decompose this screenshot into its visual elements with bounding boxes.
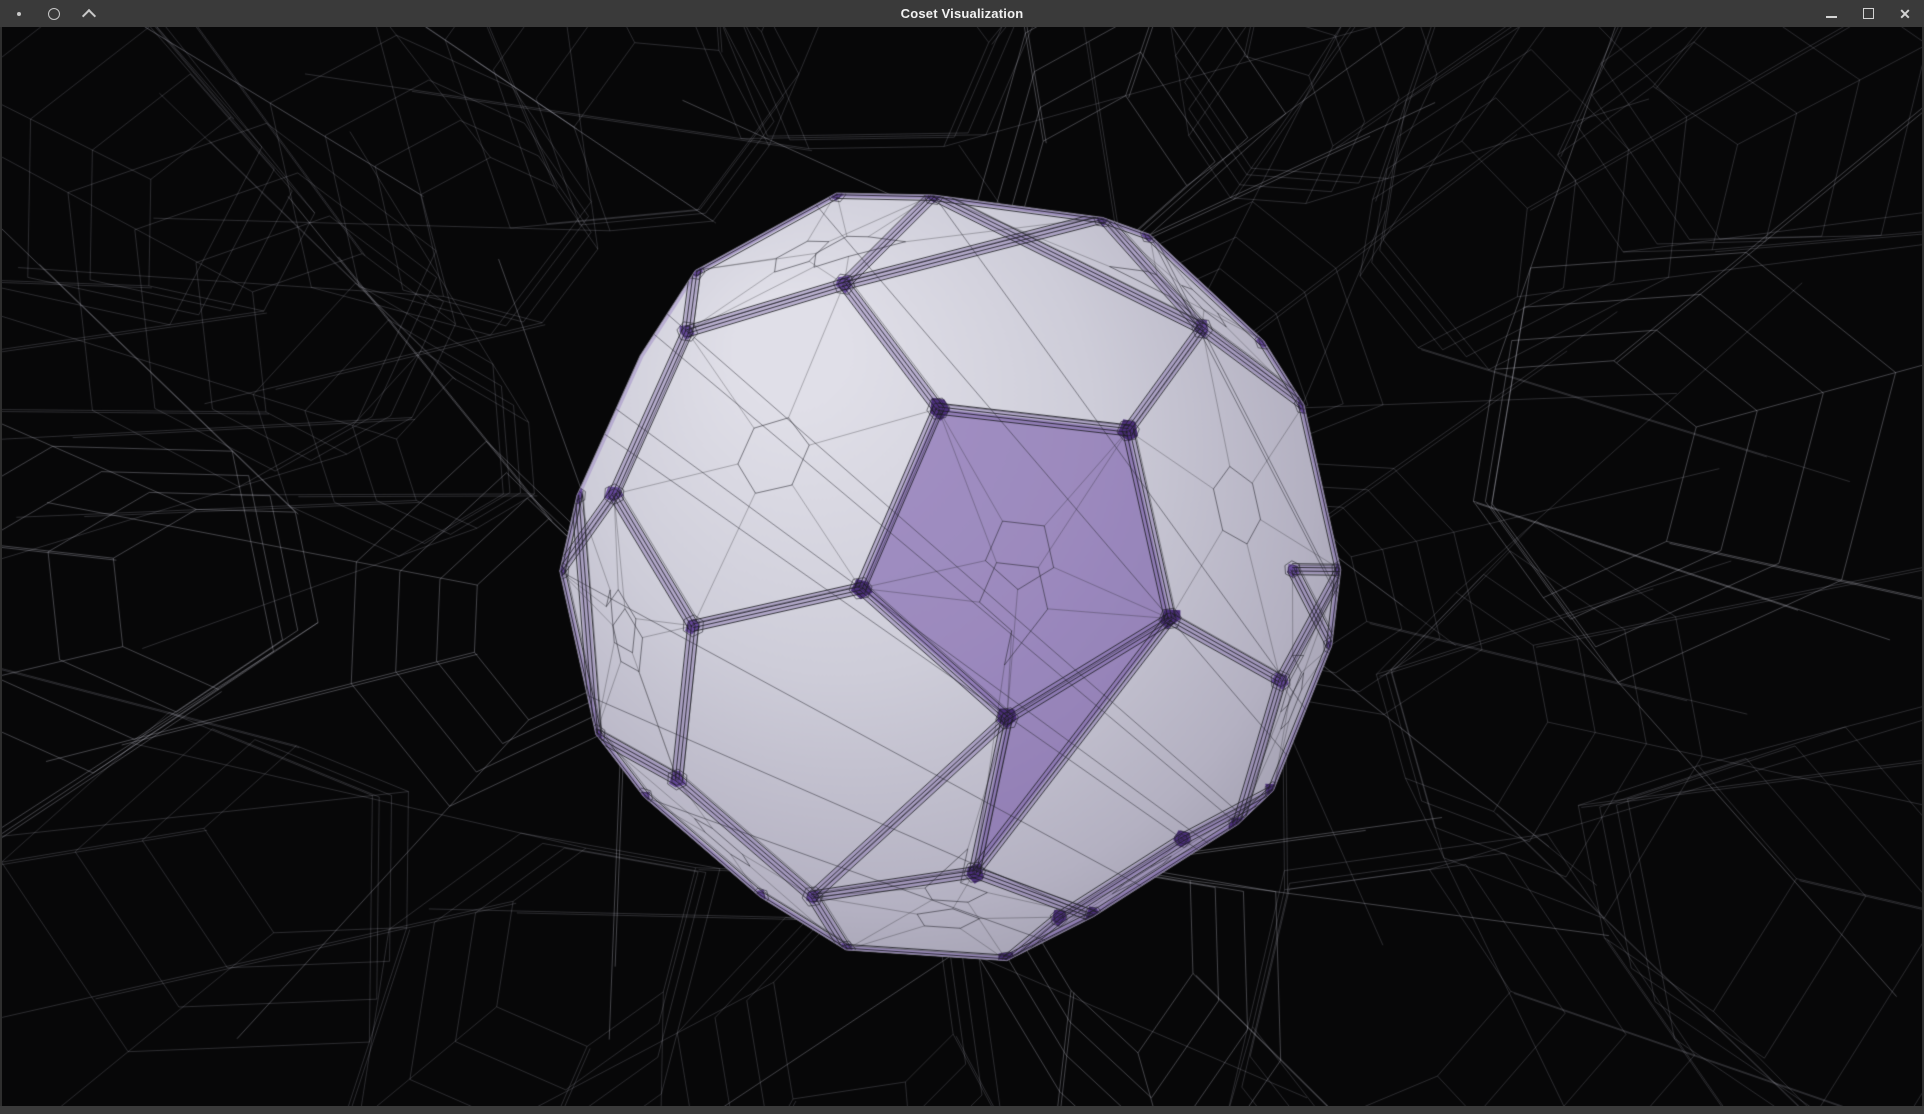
3d-scene-canvas[interactable]	[2, 27, 1922, 1106]
circle-icon[interactable]	[45, 3, 63, 25]
titlebar-right-controls: ✕	[1822, 0, 1914, 27]
dot-indicator-icon[interactable]	[10, 3, 28, 25]
minimize-icon	[1826, 16, 1837, 18]
app-window: Coset Visualization ✕	[0, 0, 1924, 1114]
titlebar[interactable]: Coset Visualization ✕	[0, 0, 1924, 27]
titlebar-left-controls	[10, 3, 98, 25]
close-icon: ✕	[1899, 7, 1911, 21]
window-title: Coset Visualization	[0, 6, 1924, 21]
close-button[interactable]: ✕	[1896, 3, 1914, 25]
maximize-icon	[1863, 8, 1874, 19]
viewport	[2, 27, 1922, 1106]
chevron-up-icon[interactable]	[80, 3, 98, 25]
minimize-button[interactable]	[1822, 3, 1840, 25]
maximize-button[interactable]	[1859, 3, 1877, 25]
window-border-bottom[interactable]	[0, 1106, 1924, 1114]
window-border-left	[0, 27, 2, 1106]
